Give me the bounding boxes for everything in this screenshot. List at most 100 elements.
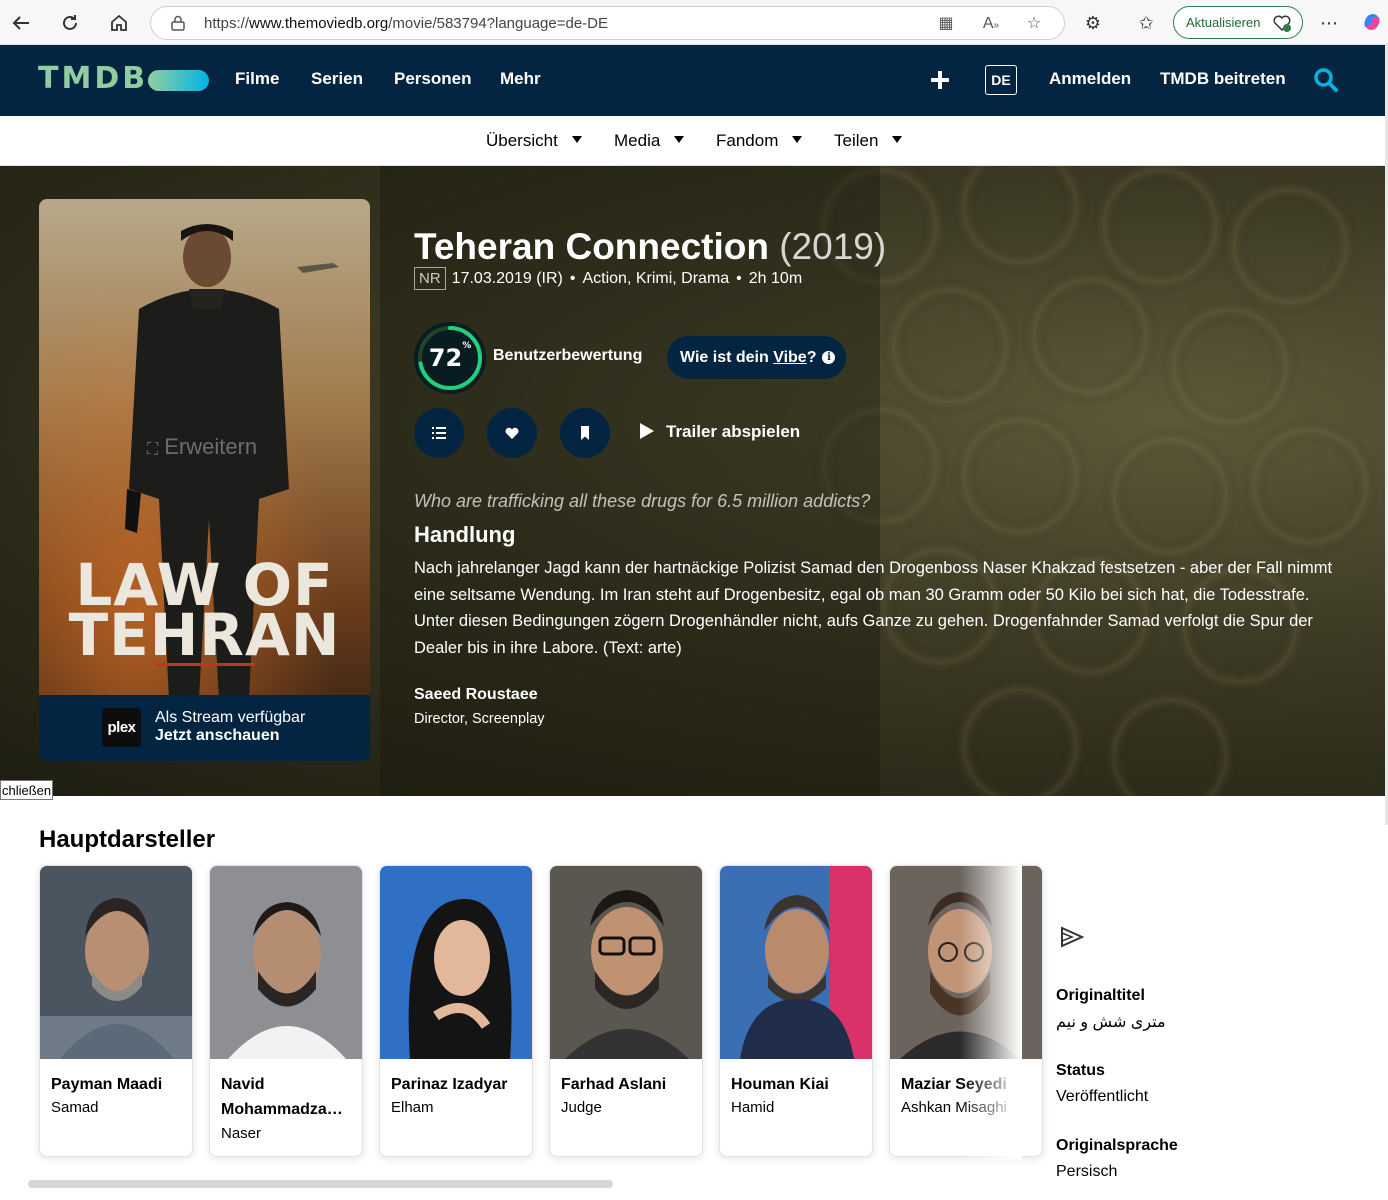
cast-photo[interactable] [210,866,362,1059]
movie-hero: ⛶ Erweitern LAW OF TEHRAN plex Als Stream… [0,166,1385,796]
poster-underline [155,663,255,666]
cast-heading: Hauptdarsteller [39,826,216,853]
runtime: 2h 10m [748,270,803,287]
stream-banner[interactable]: plex Als Stream verfügbar Jetzt anschaue… [39,695,370,761]
cast-name[interactable]: Houman Kiai [731,1072,865,1097]
plex-logo: plex [102,708,141,747]
cast-character: Judge [561,1099,602,1116]
bookmark-icon [581,426,589,440]
app-grid-icon[interactable]: ▦ [936,14,956,34]
genres[interactable]: Action, Krimi, Drama [582,270,729,287]
cast-character: Elham [391,1099,434,1116]
cast-name[interactable]: Navid Mohammadza… [221,1072,355,1122]
movie-poster[interactable]: ⛶ Erweitern LAW OF TEHRAN plex Als Stream… [39,199,370,761]
search-icon[interactable] [1313,67,1339,93]
favorite-star-icon[interactable]: ☆ [1024,14,1044,34]
cast-photo[interactable] [380,866,532,1059]
back-icon[interactable] [8,10,34,36]
expand-overlay[interactable]: ⛶ Erweitern [147,434,257,460]
cast-character: Samad [51,1099,99,1116]
cast-card[interactable]: Houman Kiai Hamid [719,865,873,1157]
cast-name[interactable]: Parinaz Izadyar [391,1072,525,1097]
close-tooltip[interactable]: chließen [0,780,54,800]
copilot-icon[interactable] [1360,11,1384,35]
release-date: 17.03.2019 (IR) [451,270,563,287]
certification-badge: NR [414,267,446,290]
read-aloud-icon[interactable]: A» [981,14,1001,34]
caret-down-icon [792,136,803,144]
original-language-label: Originalsprache [1056,1137,1178,1154]
join-link[interactable]: TMDB beitreten [1160,69,1286,89]
cast-photo[interactable] [550,866,702,1059]
play-trailer-button[interactable]: Trailer abspielen [640,422,800,442]
nav-personen[interactable]: Personen [394,69,471,89]
user-score-chart[interactable]: 72% [414,322,486,394]
movie-title: Teheran Connection (2019) [414,226,886,268]
address-bar[interactable]: https://www.themoviedb.org/movie/583794?… [150,6,1065,40]
watchlist-button[interactable] [560,408,610,458]
movie-year: (2019) [779,226,887,267]
browser-toolbar: https://www.themoviedb.org/movie/583794?… [0,0,1388,45]
language-switcher[interactable]: DE [985,65,1017,95]
cast-photo[interactable] [720,866,872,1059]
nav-serien[interactable]: Serien [311,69,363,89]
score-label: Benutzerbewertung [493,347,643,364]
cast-scrollbar[interactable] [28,1180,613,1188]
subnav-media[interactable]: Media [614,131,685,151]
heart-icon [505,427,519,439]
lock-icon[interactable] [171,15,185,31]
vibe-link[interactable]: Vibe [773,349,807,366]
tmdb-logo[interactable]: TMDB [38,61,148,96]
cast-card[interactable]: Farhad Aslani Judge [549,865,703,1157]
list-icon [432,427,446,439]
original-language-value: Persisch [1056,1163,1118,1180]
movie-title-link[interactable]: Teheran Connection [414,226,769,267]
login-link[interactable]: Anmelden [1049,69,1131,89]
overview-text: Nach jahrelanger Jagd kann der hartnäcki… [414,559,1333,657]
cast-character: Hamid [731,1099,775,1116]
add-plus-icon[interactable] [930,70,950,90]
nav-mehr[interactable]: Mehr [500,69,541,89]
extensions-icon[interactable]: ⚙ [1081,11,1105,35]
favorites-icon[interactable]: ✩ [1134,11,1158,35]
cast-photo[interactable] [40,866,192,1059]
tmdb-logo-pill [148,70,209,91]
justwatch-play-icon[interactable] [1060,926,1086,948]
crew-name[interactable]: Saeed Roustaee [414,686,538,704]
update-button[interactable]: Aktualisieren [1173,6,1303,39]
cast-card[interactable]: Navid Mohammadza… Naser [209,865,363,1157]
original-title-label: Originaltitel [1056,987,1145,1004]
reload-icon[interactable] [57,10,83,36]
vibe-button[interactable]: Wie ist dein Vibe? i [667,336,846,379]
add-to-list-button[interactable] [414,408,464,458]
subnav-teilen[interactable]: Teilen [834,131,903,151]
scroll-fade [960,860,1022,1160]
site-header: TMDB Filme Serien Personen Mehr DE Anmel… [0,45,1385,116]
info-icon[interactable]: i [822,351,836,365]
status-value: Veröffentlicht [1056,1088,1149,1105]
cast-card[interactable]: Payman Maadi Samad [39,865,193,1157]
favorite-button[interactable] [487,408,537,458]
caret-down-icon [892,136,903,144]
nav-filme[interactable]: Filme [235,69,279,89]
poster-image [39,199,370,761]
subnav-uebersicht[interactable]: Übersicht [486,131,582,151]
movie-subnav: Übersicht Media Fandom Teilen [0,116,1385,166]
expand-icon: ⛶ [147,441,159,458]
play-icon [640,422,654,439]
original-title-value: متری شش و نیم [1056,1014,1166,1031]
cast-card[interactable]: Parinaz Izadyar Elham [379,865,533,1157]
tagline: Who are trafficking all these drugs for … [414,491,871,511]
subnav-fandom[interactable]: Fandom [716,131,803,151]
cast-character: Naser [221,1125,262,1142]
cast-name[interactable]: Farhad Aslani [561,1072,695,1097]
status-label: Status [1056,1062,1105,1079]
score-value: 72% [428,341,472,372]
url-text: https://www.themoviedb.org/movie/583794?… [204,15,609,32]
stream-available-text: Als Stream verfügbar [155,709,306,726]
cast-name[interactable]: Payman Maadi [51,1072,185,1097]
more-options-icon[interactable]: ⋯ [1317,11,1341,35]
home-icon[interactable] [106,10,132,36]
overview-heading: Handlung [414,522,516,547]
watch-now-link[interactable]: Jetzt anschauen [155,727,279,745]
